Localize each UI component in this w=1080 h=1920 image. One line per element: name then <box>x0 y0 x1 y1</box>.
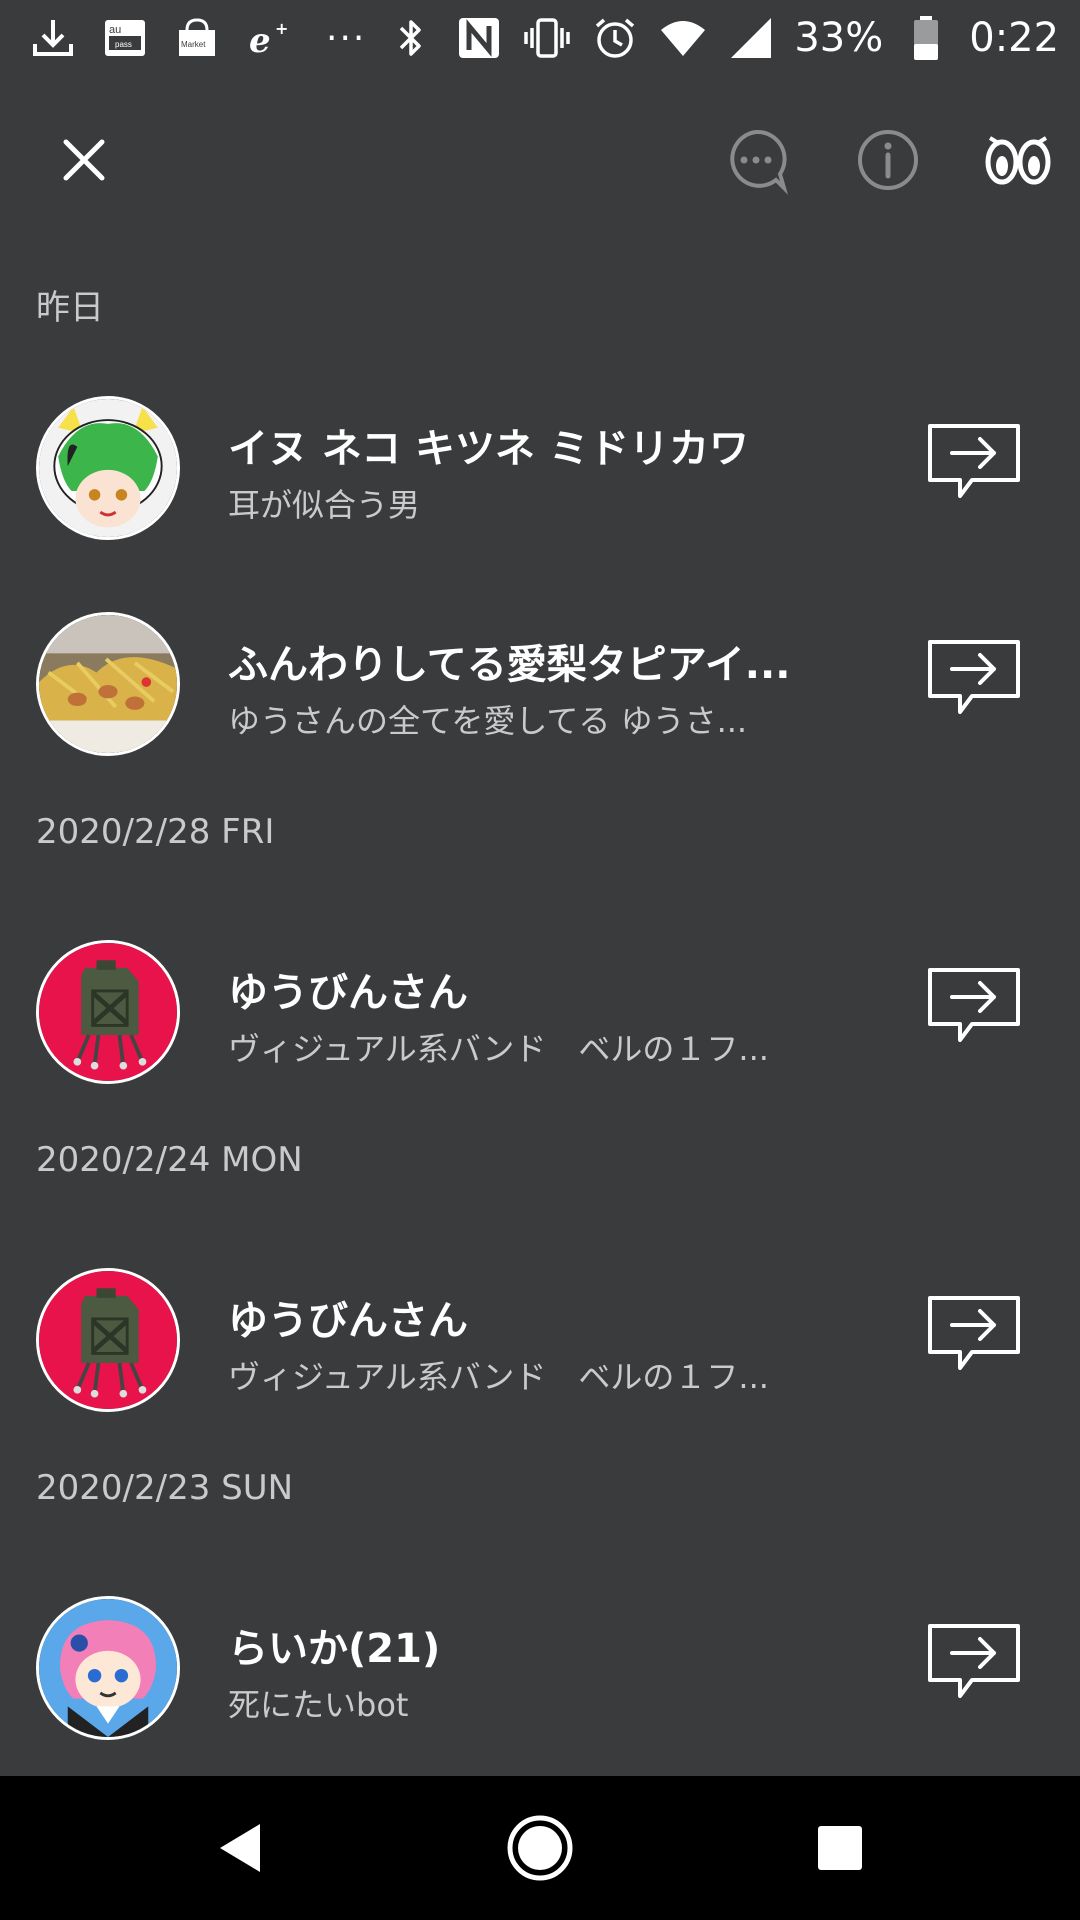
avatar <box>36 1268 180 1412</box>
share-button[interactable] <box>926 1622 1022 1706</box>
eyes-button[interactable] <box>978 120 1058 200</box>
info-button[interactable] <box>848 120 928 200</box>
share-icon <box>928 640 1020 714</box>
close-button[interactable] <box>44 120 124 200</box>
back-button[interactable] <box>200 1808 280 1888</box>
wifi-icon <box>658 13 708 63</box>
friend-name: ふんわりしてる愛梨タピアイ... <box>228 642 791 688</box>
friend-status-message: ヴィジュアル系バンド ベルの１フ... <box>228 1030 769 1068</box>
recent-apps-button[interactable] <box>800 1808 880 1888</box>
share-button[interactable] <box>926 966 1022 1050</box>
top-bar <box>0 100 1080 210</box>
bluetooth-icon <box>386 13 436 63</box>
avatar <box>36 940 180 1084</box>
friend-name: ゆうびんさん <box>228 1298 468 1344</box>
friend-status-message: 死にたいbot <box>228 1686 409 1724</box>
avatar <box>36 612 180 756</box>
friend-name: イヌ ネコ キツネ ミドリカワ <box>228 426 749 472</box>
section-header-date: 2020/2/28 FRI <box>36 812 275 852</box>
share-icon <box>928 1624 1020 1698</box>
home-icon <box>507 1815 573 1881</box>
status-bar: au pass Market e + ··· 33% 0:22 <box>0 0 1080 76</box>
download-icon <box>28 13 78 63</box>
section-header-date: 2020/2/23 SUN <box>36 1468 294 1508</box>
vibrate-icon <box>522 13 572 63</box>
section-header-yesterday: 昨日 <box>36 288 104 328</box>
status-right: 33% 0:22 <box>386 13 1059 63</box>
friend-name: らいか(21) <box>228 1626 441 1672</box>
chat-icon <box>730 129 789 195</box>
share-button[interactable] <box>926 1294 1022 1378</box>
market-badge-text: Market <box>181 40 206 49</box>
friend-history-list: 昨日 イヌ ネコ キツネ ミドリカワ 耳が似合う男 ふんわりしてる愛梨タピアイ.… <box>0 250 1080 1766</box>
avatar <box>36 396 180 540</box>
au-pass-icon: au pass <box>100 13 150 63</box>
friend-status-message: ゆうさんの全てを愛してる ゆうさ... <box>228 702 748 740</box>
friend-row[interactable]: ゆうびんさん ヴィジュアル系バンド ベルの１フ... <box>0 1222 1080 1438</box>
market-icon: Market <box>172 13 222 63</box>
au-badge-text: au <box>109 24 121 36</box>
home-button[interactable] <box>500 1808 580 1888</box>
battery-percent: 33% <box>794 15 884 61</box>
share-button[interactable] <box>926 422 1022 506</box>
friend-row[interactable]: ふんわりしてる愛梨タピアイ... ゆうさんの全てを愛してる ゆうさ... <box>0 566 1080 782</box>
share-icon <box>928 424 1020 498</box>
alarm-icon <box>590 13 640 63</box>
clock: 0:22 <box>969 15 1060 61</box>
section-header-date: 2020/2/24 MON <box>36 1140 303 1180</box>
pass-badge-text: pass <box>115 40 132 49</box>
avatar <box>36 1596 180 1740</box>
status-left: au pass Market e + ··· <box>28 13 386 63</box>
friends-history-screen: au pass Market e + ··· 33% 0:22 昨日 イヌ ネコ… <box>0 0 1080 1920</box>
friend-status-message: 耳が似合う男 <box>228 486 421 524</box>
close-icon <box>63 139 105 181</box>
recent-apps-icon <box>818 1826 862 1870</box>
share-icon <box>928 1296 1020 1370</box>
e-plus-icon: e + <box>244 13 294 63</box>
friend-name: ゆうびんさん <box>228 970 468 1016</box>
friend-status-message: ヴィジュアル系バンド ベルの１フ... <box>228 1358 769 1396</box>
share-icon <box>928 968 1020 1042</box>
svg-text:e: e <box>249 21 271 61</box>
nfc-icon <box>454 13 504 63</box>
back-icon <box>220 1824 260 1872</box>
chat-button[interactable] <box>716 120 796 200</box>
friend-row[interactable]: らいか(21) 死にたいbot <box>0 1550 1080 1766</box>
svg-text:+: + <box>275 19 288 38</box>
friend-row[interactable]: ゆうびんさん ヴィジュアル系バンド ベルの１フ... <box>0 894 1080 1110</box>
navigation-bar <box>0 1776 1080 1920</box>
share-button[interactable] <box>926 638 1022 722</box>
more-dots-icon: ··· <box>326 17 367 59</box>
signal-icon <box>726 13 776 63</box>
info-icon <box>858 130 918 190</box>
battery-icon <box>901 13 951 63</box>
eyes-icon <box>985 136 1051 185</box>
friend-row[interactable]: イヌ ネコ キツネ ミドリカワ 耳が似合う男 <box>0 350 1080 566</box>
